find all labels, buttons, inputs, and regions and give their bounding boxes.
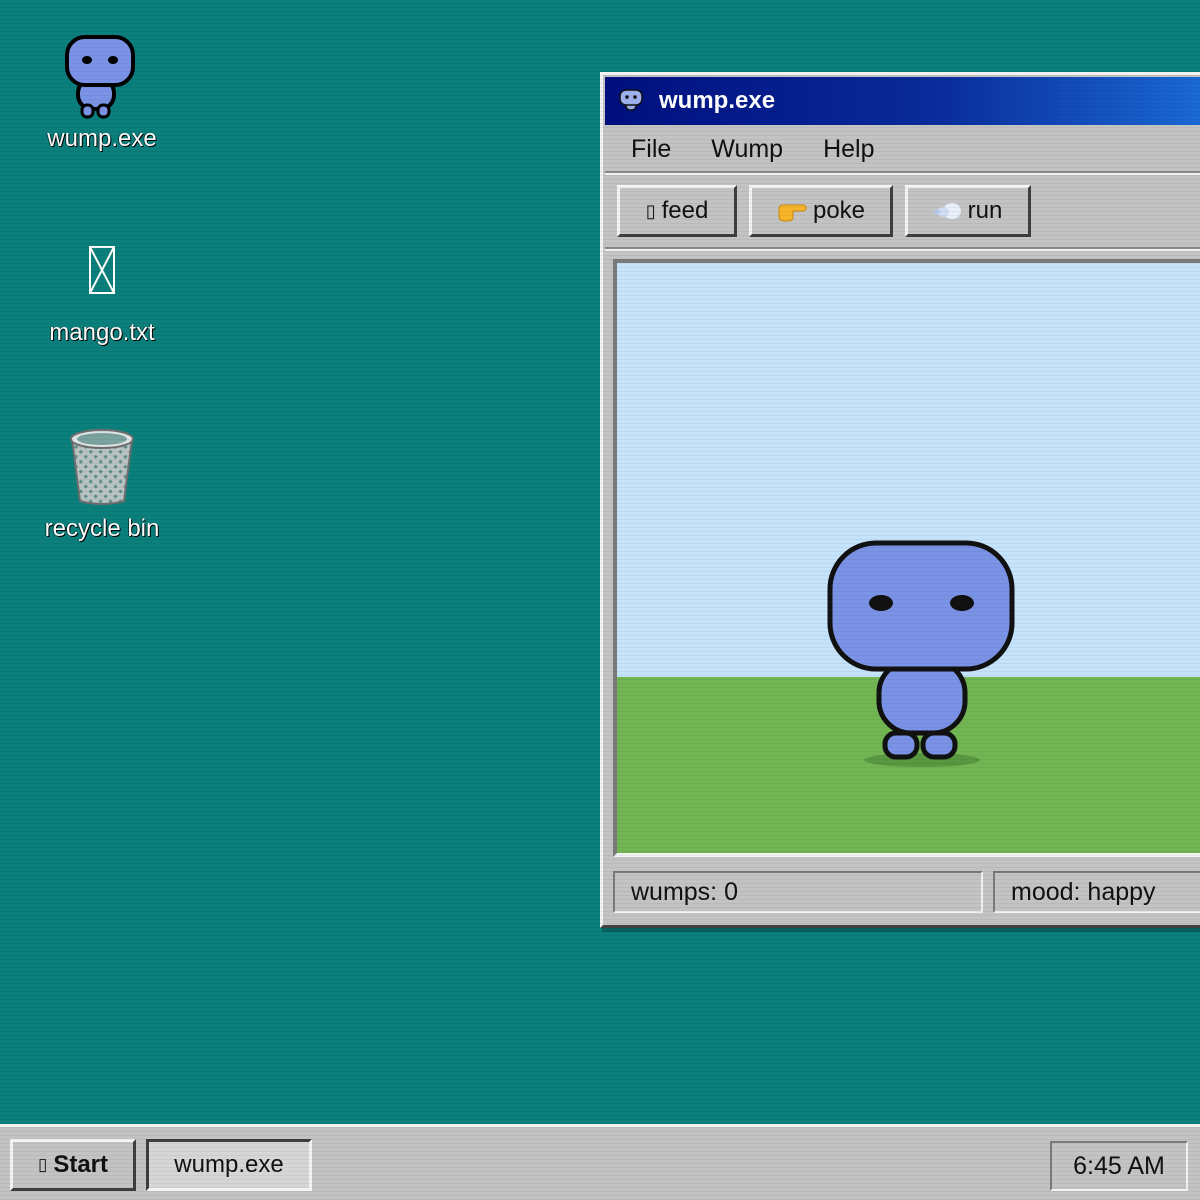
- desktop-icon-wump[interactable]: wump.exe: [2, 28, 202, 153]
- menu-divider: [605, 171, 1200, 175]
- menu-wump[interactable]: Wump: [711, 135, 783, 164]
- menu-bar: File Wump Help: [605, 127, 1200, 171]
- wump-character[interactable]: [617, 263, 1200, 857]
- missing-glyph-icon: ▯: [645, 200, 656, 221]
- wumps-counter: wumps: 0: [613, 871, 983, 913]
- status-bar: wumps: 0 mood: happy: [613, 871, 1200, 915]
- title-bar[interactable]: wump.exe: [605, 77, 1200, 125]
- clock: 6:45 AM: [1050, 1141, 1188, 1191]
- dash-icon: [933, 200, 962, 222]
- run-button[interactable]: run: [905, 185, 1031, 237]
- menu-help[interactable]: Help: [823, 135, 874, 164]
- run-button-label: run: [967, 197, 1003, 224]
- pointing-hand-icon: [777, 200, 807, 222]
- wump-window: wump.exe File Wump Help ▯ feed poke run …: [600, 72, 1200, 928]
- desktop-icon-label: recycle bin: [44, 515, 160, 542]
- taskbar: ▯ Start wump.exe 6:45 AM: [0, 1124, 1200, 1200]
- taskbar-item-wump[interactable]: wump.exe: [146, 1139, 312, 1191]
- desktop-icon-label: mango.txt: [49, 319, 155, 346]
- window-title: wump.exe: [659, 87, 776, 114]
- missing-glyph-icon: ▯: [37, 1155, 48, 1174]
- menu-file[interactable]: File: [631, 135, 671, 164]
- wump-icon: [2, 28, 202, 123]
- poke-button[interactable]: poke: [749, 185, 893, 237]
- mood-status: mood: happy: [993, 871, 1200, 913]
- recycle-bin-icon: [2, 418, 202, 513]
- missing-glyph-icon: [2, 222, 202, 317]
- start-button[interactable]: ▯ Start: [10, 1139, 136, 1191]
- poke-button-label: poke: [812, 197, 866, 224]
- feed-button[interactable]: ▯ feed: [617, 185, 737, 237]
- desktop-icon-label: wump.exe: [47, 125, 157, 152]
- toolbar-divider: [605, 247, 1200, 251]
- desktop-icon-mango[interactable]: mango.txt: [2, 222, 202, 347]
- feed-button-label: feed: [661, 197, 709, 224]
- desktop-icon-recycle-bin[interactable]: recycle bin: [2, 418, 202, 543]
- start-label: Start: [53, 1151, 109, 1178]
- wump-icon: [619, 89, 643, 111]
- wump-scene[interactable]: [613, 259, 1200, 857]
